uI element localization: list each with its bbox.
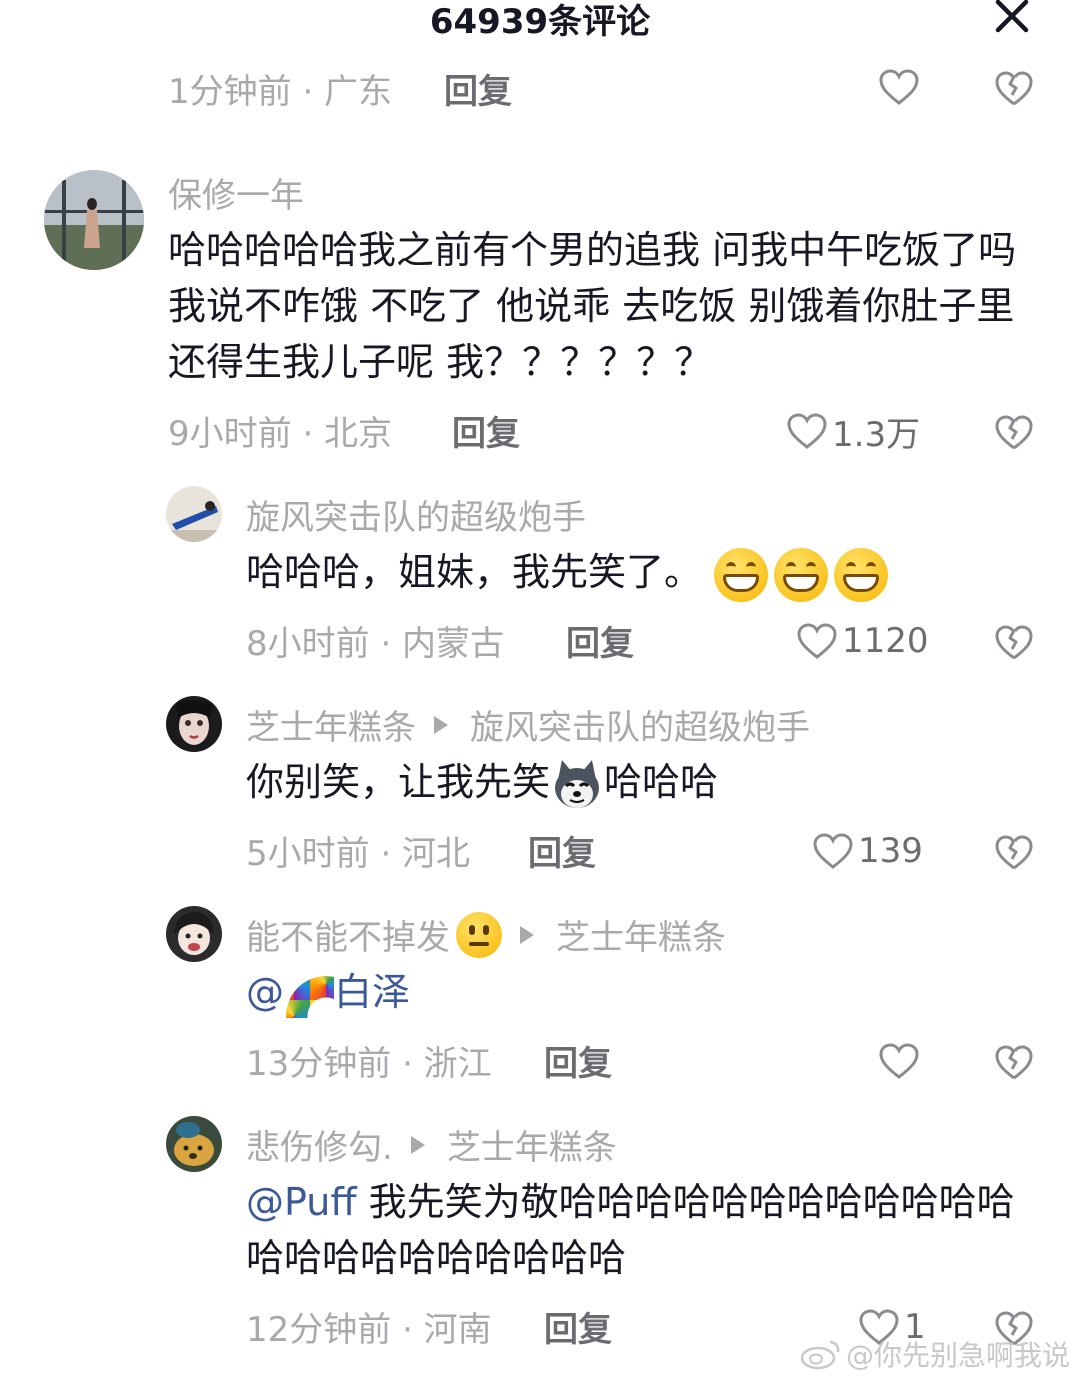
watermark-text: @你先别急啊我说	[845, 1339, 1070, 1372]
comment-meta: 5小时前 · 河北 回复	[246, 826, 666, 876]
grinning-face-icon	[834, 547, 889, 602]
reply-to-username[interactable]: 芝士年糕条	[556, 910, 726, 959]
like-button[interactable]: 1.3万	[786, 406, 920, 456]
comment-text-tail: 哈哈哈	[604, 760, 719, 804]
weibo-logo-icon	[800, 1340, 840, 1370]
comment-time-location: 13分钟前 · 浙江	[246, 1044, 492, 1084]
close-button[interactable]	[992, 0, 1032, 36]
reply-button[interactable]: 回复	[544, 1302, 612, 1351]
avatar[interactable]	[166, 696, 222, 752]
neutral-face-icon	[456, 911, 502, 958]
username-text: 保修一年	[168, 176, 304, 216]
comment-text: @Puff 我先笑为敬哈哈哈哈哈哈哈哈哈哈哈哈哈哈哈哈哈哈哈哈哈哈	[246, 1174, 1016, 1286]
close-icon	[995, 0, 1029, 33]
reply-button[interactable]: 回复	[544, 1036, 612, 1085]
like-count: 1120	[842, 621, 929, 661]
dislike-button[interactable]	[994, 412, 1034, 452]
comment-time-location: 9小时前 · 北京	[168, 414, 393, 454]
rainbow-icon	[284, 972, 334, 1018]
comment-meta: 12分钟前 · 河南 回复	[246, 1302, 666, 1352]
like-button[interactable]	[878, 1036, 924, 1086]
heart-icon	[879, 69, 919, 105]
avatar-image	[166, 1116, 222, 1172]
reply-arrow-icon	[520, 925, 534, 944]
comment-meta: 9小时前 · 北京 回复	[168, 406, 588, 456]
mention-name: 白泽	[334, 970, 411, 1014]
comments-header: 64939条评论	[0, 0, 1080, 42]
grinning-face-icon	[774, 547, 829, 602]
like-button[interactable]	[878, 62, 920, 112]
like-button[interactable]: 139	[812, 826, 923, 876]
reply-button[interactable]: 回复	[528, 826, 596, 875]
username-text[interactable]: 芝士年糕条	[246, 700, 416, 749]
comment-meta: 8小时前 · 内蒙古 回复	[246, 616, 666, 666]
heart-icon	[879, 1043, 919, 1079]
username-text: 旋风突击队的超级炮手	[246, 498, 586, 538]
mention-at: @	[246, 970, 284, 1014]
comment-username: 能不能不掉发 芝士年糕条	[246, 910, 726, 959]
mention-link[interactable]: @Puff	[246, 1180, 357, 1224]
comment-username: 芝士年糕条 旋风突击队的超级炮手	[246, 700, 810, 749]
reply-to-username[interactable]: 旋风突击队的超级炮手	[470, 700, 810, 749]
comment-username: 悲伤修勾. 芝士年糕条	[246, 1120, 617, 1169]
broken-heart-icon	[995, 1045, 1033, 1080]
husky-dog-icon	[550, 758, 604, 812]
heart-icon	[797, 623, 837, 659]
comment-text-body: 我先笑为敬哈哈哈哈哈哈哈哈哈哈哈哈哈哈哈哈哈哈哈哈哈哈	[246, 1180, 1015, 1280]
avatar-image	[166, 906, 222, 962]
heart-icon	[787, 413, 827, 449]
avatar[interactable]	[44, 170, 144, 270]
watermark: @你先别急啊我说	[800, 1334, 1070, 1374]
mention-link[interactable]: @ 白泽	[246, 970, 411, 1018]
avatar[interactable]	[166, 906, 222, 962]
grinning-face-icon	[714, 547, 769, 602]
comment-username[interactable]: 旋风突击队的超级炮手	[246, 490, 586, 539]
reply-button[interactable]: 回复	[444, 64, 512, 113]
comment-time-location: 1分钟前 · 广东	[168, 72, 393, 112]
dislike-button[interactable]	[994, 1042, 1034, 1082]
comment-text: @ 白泽	[246, 964, 1026, 1020]
comment-text: 哈哈哈，姐妹，我先笑了。	[246, 544, 1026, 602]
dislike-button[interactable]	[994, 68, 1034, 108]
reply-to-username[interactable]: 芝士年糕条	[447, 1120, 617, 1169]
comment-time-location: 12分钟前 · 河南	[246, 1310, 492, 1350]
username-text[interactable]: 能不能不掉发	[246, 910, 450, 959]
reply-button[interactable]: 回复	[452, 406, 520, 455]
comment-meta: 13分钟前 · 浙江 回复	[246, 1036, 666, 1086]
reply-arrow-icon	[434, 715, 448, 734]
dislike-button[interactable]	[994, 832, 1034, 872]
like-count: 139	[858, 831, 923, 871]
comment-text-body: 哈哈哈，姐妹，我先笑了。	[246, 550, 703, 594]
heart-icon	[813, 833, 853, 869]
avatar-image	[44, 170, 144, 270]
like-count: 1.3万	[832, 414, 921, 455]
avatar[interactable]	[166, 486, 222, 542]
broken-heart-icon	[995, 415, 1033, 450]
comment-username[interactable]: 保修一年	[168, 168, 304, 217]
like-button[interactable]: 1120	[796, 616, 929, 666]
avatar[interactable]	[166, 1116, 222, 1172]
avatar-image	[166, 696, 222, 752]
avatar-image	[166, 486, 222, 542]
comment-time-location: 5小时前 · 河北	[246, 834, 471, 874]
reply-button[interactable]: 回复	[566, 616, 634, 665]
username-text[interactable]: 悲伤修勾.	[246, 1120, 393, 1169]
comment-text: 你别笑，让我先笑 哈哈哈	[246, 754, 1026, 812]
comment-time-location: 8小时前 · 内蒙古	[246, 624, 505, 664]
dislike-button[interactable]	[994, 622, 1034, 662]
reply-arrow-icon	[410, 1135, 425, 1154]
broken-heart-icon	[995, 71, 1033, 106]
comment-meta: 1分钟前 · 广东 回复	[168, 64, 568, 114]
broken-heart-icon	[995, 625, 1033, 660]
comment-count-title: 64939条评论	[429, 2, 651, 42]
comment-text: 哈哈哈哈哈我之前有个男的追我 问我中午吃饭了吗 我说不咋饿 不吃了 他说乖 去吃…	[168, 228, 1017, 384]
broken-heart-icon	[995, 835, 1033, 870]
comment-text-body: 你别笑，让我先笑	[246, 760, 551, 804]
